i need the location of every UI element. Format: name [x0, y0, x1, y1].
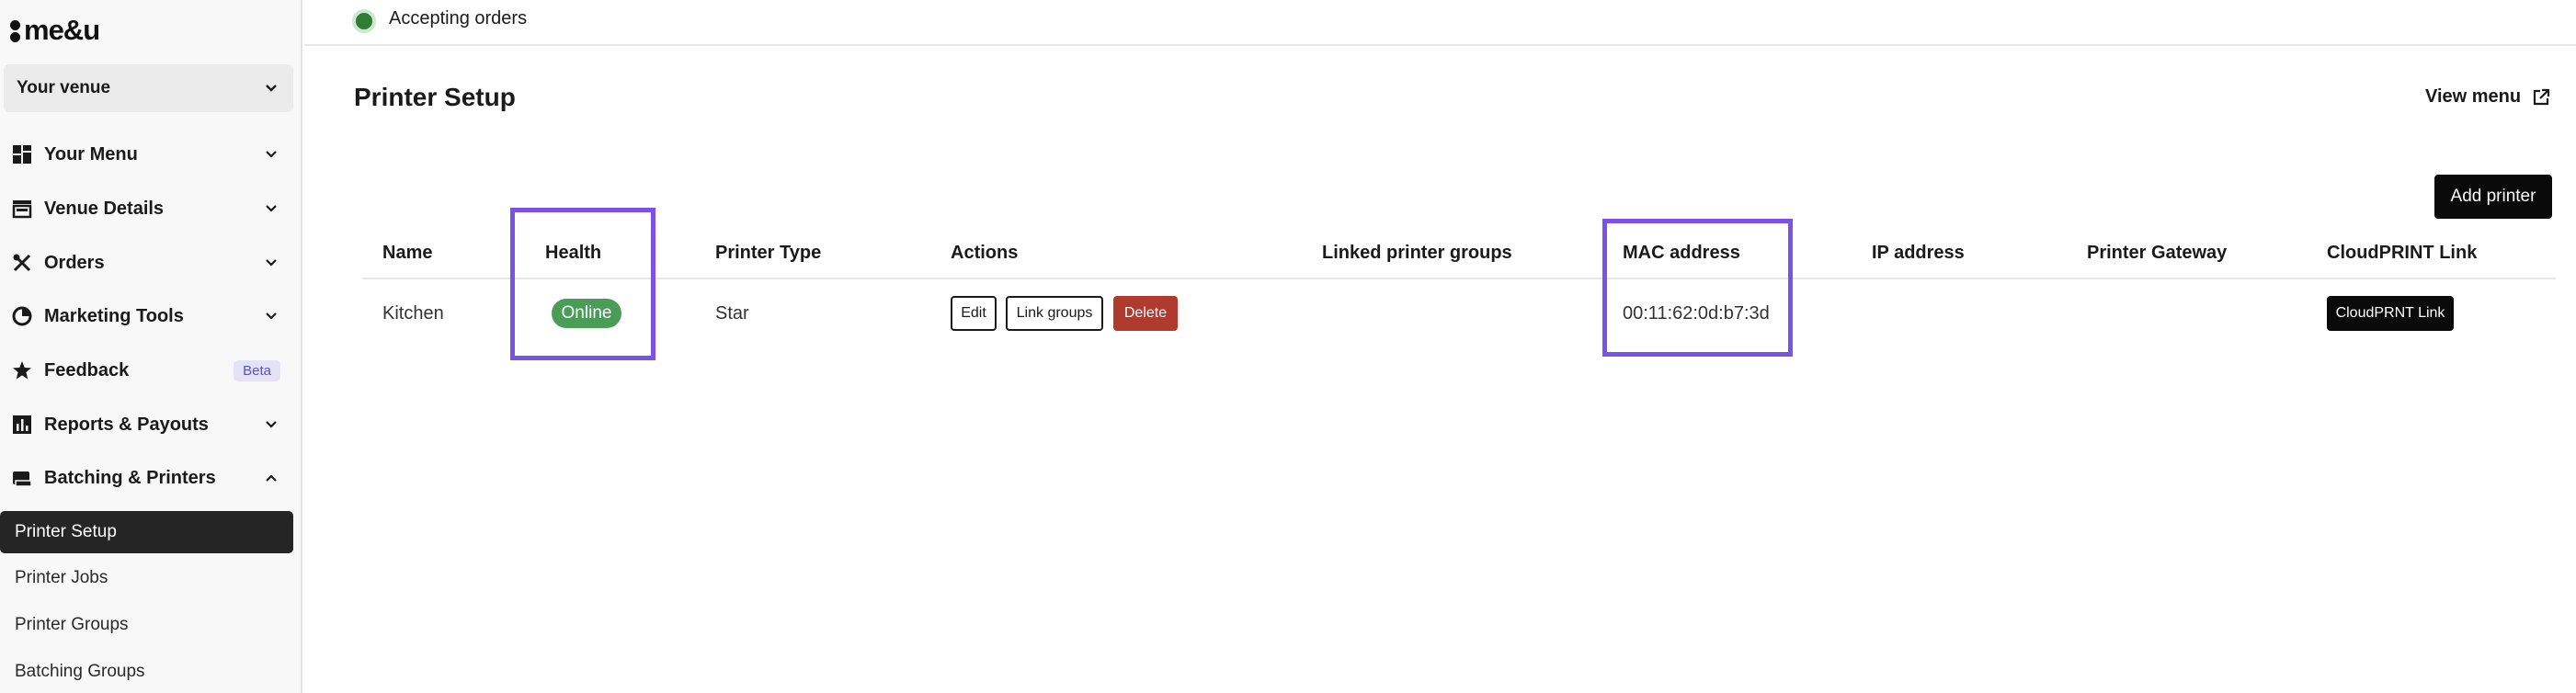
cloudprint-link-button[interactable]: CloudPRNT Link	[2327, 296, 2454, 331]
sidebar-subitem-printer-jobs[interactable]: Printer Jobs	[0, 557, 293, 599]
health-status-badge: Online	[552, 299, 621, 328]
chevron-down-icon	[262, 79, 280, 97]
sidebar-item-label: Orders	[44, 252, 105, 273]
column-header-health: Health	[545, 243, 602, 263]
view-menu-label: View menu	[2425, 86, 2522, 107]
chevron-down-icon	[262, 199, 280, 218]
beta-badge: Beta	[234, 359, 280, 381]
table-row: Kitchen Online Star Edit Link groups Del…	[362, 279, 2556, 349]
sidebar-item-feedback[interactable]: Feedback Beta	[0, 350, 293, 391]
sidebar-item-label: Your Menu	[44, 143, 138, 165]
storefront-icon	[11, 198, 33, 220]
printer-icon	[11, 467, 33, 489]
sidebar-item-label: Feedback	[44, 359, 130, 381]
sidebar-item-label: Marketing Tools	[44, 305, 184, 326]
utensils-icon	[11, 252, 33, 274]
external-link-icon	[2532, 88, 2550, 107]
chevron-down-icon	[262, 254, 280, 272]
sidebar-item-batching-printers[interactable]: Batching & Printers	[0, 458, 293, 498]
mac-address-value: 00:11:62:0d:b7:3d	[1623, 303, 1770, 324]
brand-logo[interactable]: me&u	[9, 14, 100, 46]
column-header-cloudprint-link: CloudPRINT Link	[2327, 243, 2478, 263]
column-header-printer-gateway: Printer Gateway	[2087, 243, 2228, 263]
venue-select[interactable]: Your venue	[4, 64, 293, 112]
column-header-printer-type: Printer Type	[715, 243, 822, 263]
printer-name: Kitchen	[382, 303, 444, 324]
sidebar-item-your-menu[interactable]: Your Menu	[0, 134, 293, 175]
edit-button[interactable]: Edit	[951, 296, 997, 331]
column-header-name: Name	[382, 243, 433, 263]
sidebar: me&u Your venue Your Menu Venue Details …	[0, 0, 302, 693]
sidebar-item-orders[interactable]: Orders	[0, 243, 293, 283]
sidebar-item-marketing-tools[interactable]: Marketing Tools	[0, 296, 293, 336]
chevron-down-icon	[262, 415, 280, 434]
pie-chart-icon	[11, 305, 33, 327]
bar-chart-icon	[11, 414, 33, 436]
sidebar-subitem-printer-groups[interactable]: Printer Groups	[0, 604, 293, 646]
view-menu-link[interactable]: View menu	[2425, 86, 2550, 108]
page-title: Printer Setup	[354, 83, 516, 111]
link-groups-button[interactable]: Link groups	[1006, 296, 1103, 331]
printer-type: Star	[715, 303, 749, 324]
logo-text: me&u	[24, 14, 100, 46]
top-bar: Accepting orders	[304, 0, 2576, 46]
sidebar-item-venue-details[interactable]: Venue Details	[0, 188, 293, 229]
column-header-linked-printer-groups: Linked printer groups	[1322, 243, 1512, 263]
grid-icon	[11, 143, 33, 165]
star-icon	[11, 359, 33, 381]
logo-mark-icon	[9, 15, 22, 46]
accepting-orders-status[interactable]: Accepting orders	[389, 8, 527, 29]
column-header-mac-address: MAC address	[1623, 243, 1740, 263]
status-indicator-icon	[352, 9, 376, 33]
sidebar-item-label: Reports & Payouts	[44, 414, 209, 435]
column-header-actions: Actions	[951, 243, 1019, 263]
chevron-down-icon	[262, 145, 280, 164]
sidebar-item-reports-payouts[interactable]: Reports & Payouts	[0, 404, 293, 445]
table-header: Name Health Printer Type Actions Linked …	[362, 230, 2556, 279]
chevron-down-icon	[262, 307, 280, 325]
sidebar-item-label: Venue Details	[44, 198, 165, 219]
sidebar-subitem-batching-groups[interactable]: Batching Groups	[0, 651, 293, 693]
delete-button[interactable]: Delete	[1113, 296, 1178, 331]
add-printer-button[interactable]: Add printer	[2434, 175, 2552, 219]
chevron-up-icon	[262, 469, 280, 487]
venue-select-label: Your venue	[17, 78, 111, 97]
sidebar-subitem-printer-setup[interactable]: Printer Setup	[0, 511, 293, 553]
column-header-ip-address: IP address	[1872, 243, 1965, 263]
sidebar-item-label: Batching & Printers	[44, 467, 216, 488]
